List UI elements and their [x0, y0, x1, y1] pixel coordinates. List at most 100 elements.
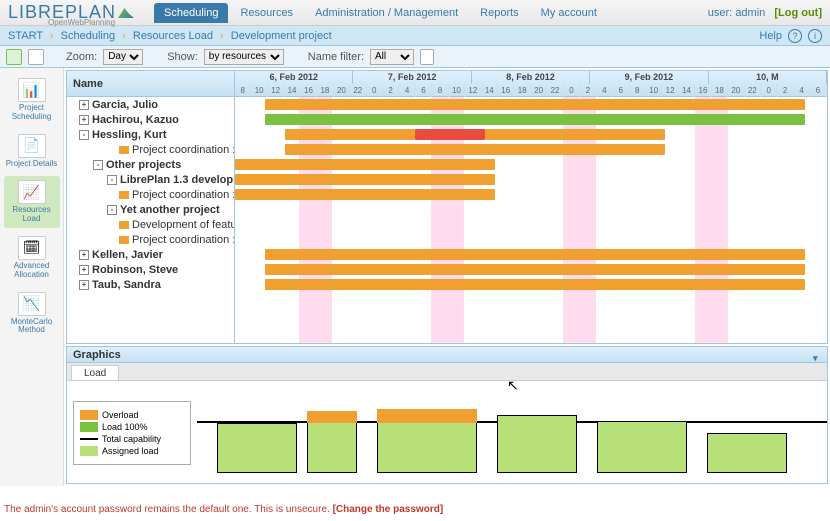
legend-overload: Overload	[102, 410, 139, 420]
gantt-bar[interactable]	[265, 264, 805, 275]
minimize-icon[interactable]: ▾	[813, 350, 823, 360]
hour-tick: 16	[498, 84, 514, 97]
resource-row[interactable]: -LibrePlan 1.3 development	[67, 172, 234, 187]
row-label: Kellen, Javier	[92, 249, 163, 261]
resources-load-icon: 📈	[18, 180, 46, 204]
nav-tab-reports[interactable]: Reports	[470, 3, 529, 23]
crumb-scheduling[interactable]: Scheduling	[61, 30, 115, 42]
gantt-bar[interactable]	[265, 279, 805, 290]
gantt-bar[interactable]	[285, 129, 415, 140]
crumb-start[interactable]: START	[8, 30, 43, 42]
resource-row[interactable]: Development of feature B :: [gene	[67, 217, 234, 232]
expand-icon[interactable]: -	[107, 175, 117, 185]
expand-icon[interactable]: +	[79, 280, 89, 290]
crumb-sep: ›	[122, 30, 126, 42]
hour-tick: 14	[482, 84, 498, 97]
gantt-bar[interactable]	[285, 144, 665, 155]
gantt-bar[interactable]	[265, 114, 805, 125]
hour-tick: 10	[251, 84, 267, 97]
hour-tick: 20	[728, 84, 744, 97]
sidebar-item-montecarlo[interactable]: 📉 MonteCarlo Method	[4, 288, 60, 340]
resource-row[interactable]: +Robinson, Steve	[67, 262, 234, 277]
date-header: 7, Feb 2012	[353, 71, 471, 84]
change-password-link[interactable]: [Change the password]	[333, 504, 444, 515]
expand-icon[interactable]: -	[107, 205, 117, 215]
zoom-select[interactable]: Day	[103, 49, 143, 65]
expand-icon[interactable]: +	[79, 265, 89, 275]
hour-tick: 4	[399, 84, 415, 97]
sidebar-item-project-scheduling[interactable]: 📊 Project Scheduling	[4, 74, 60, 126]
hour-tick: 20	[531, 84, 547, 97]
resource-row[interactable]: -Hessling, Kurt	[67, 127, 234, 142]
password-warning: The admin's account password remains the…	[4, 504, 443, 515]
hour-tick: 16	[695, 84, 711, 97]
resource-row[interactable]: +Hachirou, Kazuo	[67, 112, 234, 127]
user-info: user: admin [Log out]	[708, 7, 822, 19]
resource-row[interactable]: +Garcia, Julio	[67, 97, 234, 112]
hour-tick: 22	[745, 84, 761, 97]
filter-go-icon[interactable]	[420, 49, 434, 65]
help-area: Help ? i	[759, 29, 822, 43]
crumb-resources-load[interactable]: Resources Load	[133, 30, 213, 42]
expand-icon[interactable]: -	[79, 130, 89, 140]
expand-icon[interactable]: +	[79, 100, 89, 110]
zoom-label: Zoom:	[66, 51, 97, 63]
nav-tab-scheduling[interactable]: Scheduling	[154, 3, 228, 23]
hour-tick: 2	[580, 84, 596, 97]
gantt-bar[interactable]	[235, 189, 495, 200]
resource-row[interactable]: -Yet another project	[67, 202, 234, 217]
expand-icon[interactable]: +	[79, 250, 89, 260]
filter-select[interactable]: All	[370, 49, 414, 65]
help-link[interactable]: Help	[759, 30, 782, 42]
resource-row[interactable]: +Kellen, Javier	[67, 247, 234, 262]
resource-row[interactable]: Project coordination :: Project coo	[67, 187, 234, 202]
filter-label: Name filter:	[308, 51, 364, 63]
nav-tab-account[interactable]: My account	[531, 3, 607, 23]
gantt-bar[interactable]	[415, 129, 485, 140]
graphics-tab-load[interactable]: Load	[71, 365, 119, 380]
print-icon[interactable]	[6, 49, 22, 65]
task-icon	[119, 221, 129, 229]
logout-link[interactable]: [Log out]	[774, 7, 822, 19]
resource-row[interactable]: -Other projects	[67, 157, 234, 172]
expand-icon[interactable]: +	[79, 115, 89, 125]
graphics-header: Graphics ▾	[67, 347, 827, 363]
task-icon	[119, 146, 129, 154]
crumb-project[interactable]: Development project	[231, 30, 332, 42]
timeline-body[interactable]	[235, 97, 827, 343]
hour-tick: 8	[432, 84, 448, 97]
help-icon[interactable]: ?	[788, 29, 802, 43]
row-label: Yet another project	[120, 204, 220, 216]
crumb-sep: ›	[220, 30, 224, 42]
task-icon	[119, 191, 129, 199]
gantt-bar[interactable]	[265, 99, 805, 110]
resource-row[interactable]: Project coordination :: Project coo	[67, 232, 234, 247]
hour-tick: 0	[564, 84, 580, 97]
hour-tick: 14	[679, 84, 695, 97]
project-details-icon: 📄	[18, 134, 46, 158]
sidebar-item-advanced-allocation[interactable]: 🗓 Advanced Allocation	[4, 232, 60, 284]
hour-tick: 12	[465, 84, 481, 97]
date-header: 10, M	[709, 71, 827, 84]
legend-assigned: Assigned load	[102, 446, 159, 456]
nav-tab-admin[interactable]: Administration / Management	[305, 3, 468, 23]
nav-tab-resources[interactable]: Resources	[230, 3, 303, 23]
hour-tick: 22	[547, 84, 563, 97]
gantt-bar[interactable]	[235, 174, 495, 185]
gantt-bar[interactable]	[235, 159, 495, 170]
show-select[interactable]: by resources	[204, 49, 284, 65]
sidebar-item-project-details[interactable]: 📄 Project Details	[4, 130, 60, 173]
row-label: LibrePlan 1.3 development	[120, 174, 234, 186]
crumb-sep: ›	[50, 30, 54, 42]
sidebar-item-resources-load[interactable]: 📈 Resources Load	[4, 176, 60, 228]
info-icon[interactable]: i	[808, 29, 822, 43]
resource-row[interactable]: Project coordination :: Project coordina…	[67, 142, 234, 157]
resource-row[interactable]: +Taub, Sandra	[67, 277, 234, 292]
refresh-icon[interactable]	[28, 49, 44, 65]
expand-icon[interactable]: -	[93, 160, 103, 170]
show-label: Show:	[167, 51, 198, 63]
gantt-bar[interactable]	[265, 249, 805, 260]
breadcrumb: START › Scheduling › Resources Load › De…	[8, 30, 332, 42]
gantt-bar[interactable]	[485, 129, 665, 140]
main-nav: Scheduling Resources Administration / Ma…	[154, 3, 607, 23]
